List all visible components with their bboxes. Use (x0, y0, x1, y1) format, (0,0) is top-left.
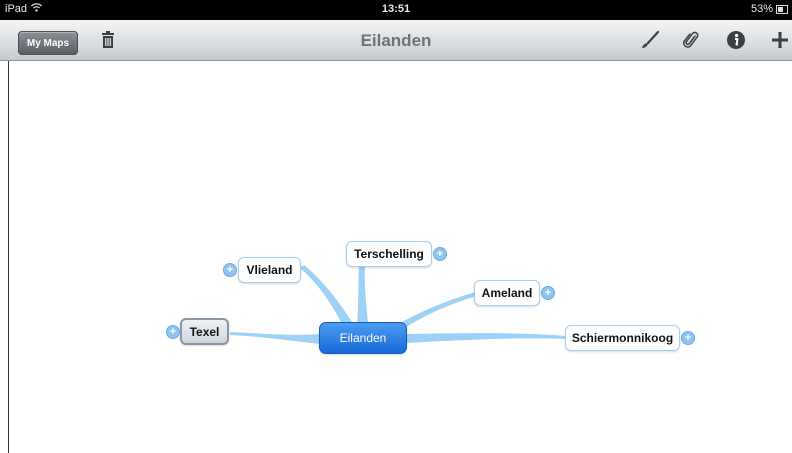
brush-icon[interactable] (637, 28, 663, 52)
central-node-label: Eilanden (339, 331, 387, 345)
node-ameland[interactable]: Ameland (474, 280, 540, 306)
expand-plus-icon[interactable]: + (541, 286, 555, 300)
toolbar: My Maps Eilanden (0, 20, 792, 61)
battery-icon (776, 4, 788, 14)
node-label: Texel (189, 324, 220, 339)
node-vlieland[interactable]: Vlieland (238, 257, 301, 283)
node-label: Ameland (481, 286, 533, 300)
node-texel[interactable]: Texel (180, 318, 229, 345)
central-node[interactable]: Eilanden (319, 322, 407, 354)
node-label: Terschelling (354, 247, 424, 261)
expand-plus-icon[interactable]: + (681, 331, 695, 345)
branch-line-texel (230, 332, 320, 344)
info-icon[interactable] (723, 28, 749, 52)
trash-icon[interactable] (95, 28, 121, 52)
expand-plus-icon[interactable]: + (433, 247, 447, 261)
expand-plus-icon[interactable]: + (166, 325, 180, 339)
status-time: 13:51 (381, 3, 411, 15)
branch-line-schiermonnikoog (405, 333, 566, 343)
node-schiermonnikoog[interactable]: Schiermonnikoog (565, 325, 680, 351)
paperclip-icon[interactable] (678, 28, 704, 52)
battery-percent: 53% (750, 3, 773, 15)
node-label: Vlieland (246, 263, 293, 277)
expand-plus-icon[interactable]: + (223, 263, 237, 277)
node-terschelling[interactable]: Terschelling (346, 241, 432, 267)
node-label: Schiermonnikoog (571, 331, 674, 345)
my-maps-button[interactable]: My Maps (18, 31, 78, 55)
status-bar: iPad 13:51 53% (0, 0, 792, 20)
add-icon[interactable] (767, 28, 792, 52)
